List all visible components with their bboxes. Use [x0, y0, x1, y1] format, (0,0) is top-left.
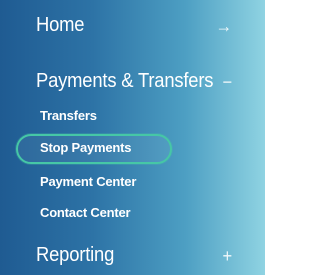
- subnav-item-payment-center[interactable]: Payment Center: [40, 174, 249, 189]
- minus-icon: −: [222, 71, 232, 92]
- nav-item-home-label: Home: [36, 14, 85, 36]
- nav-item-home[interactable]: Home →: [36, 14, 232, 37]
- nav-item-reporting-label: Reporting: [36, 244, 115, 266]
- subnav-item-stop-payments-label: Stop Payments: [40, 140, 132, 155]
- plus-icon: +: [222, 245, 232, 266]
- nav-item-reporting[interactable]: Reporting +: [36, 244, 232, 267]
- sidebar-nav: Home → Payments & Transfers − Transfers …: [0, 0, 265, 275]
- nav-item-payments-transfers-label: Payments & Transfers: [36, 70, 214, 92]
- subnav-item-contact-center[interactable]: Contact Center: [40, 205, 249, 220]
- arrow-right-icon: →: [215, 15, 233, 36]
- subnav-item-contact-center-label: Contact Center: [40, 205, 131, 220]
- nav-item-payments-transfers[interactable]: Payments & Transfers −: [36, 70, 232, 93]
- subnav-item-payment-center-label: Payment Center: [40, 174, 137, 189]
- subnav-item-transfers-label: Transfers: [40, 108, 97, 123]
- subnav-item-transfers[interactable]: Transfers: [40, 108, 249, 123]
- subnav-item-stop-payments[interactable]: Stop Payments: [40, 140, 249, 155]
